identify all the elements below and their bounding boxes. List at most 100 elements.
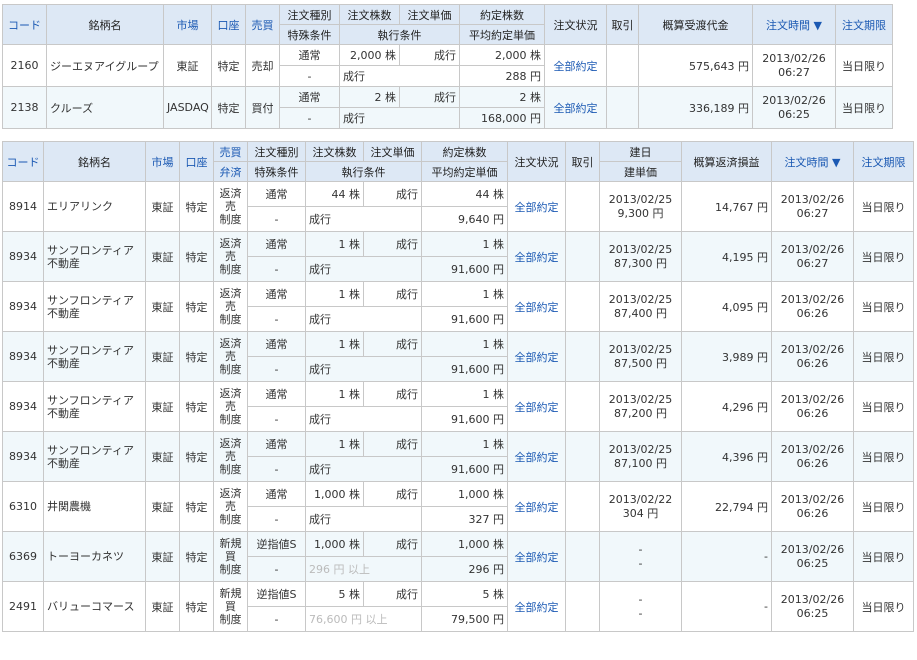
order-type: 通常 <box>279 86 340 108</box>
header-market[interactable]: 市場 <box>163 4 212 45</box>
avg-price: 91,600 円 <box>421 406 508 432</box>
order-price: 成行 <box>399 86 460 108</box>
header-account[interactable]: 口座 <box>179 141 214 182</box>
header-code[interactable]: コード <box>2 4 47 45</box>
order-expiry: 当日限り <box>853 181 914 232</box>
trade-side: 売却 <box>245 44 280 87</box>
order-time: 2013/02/26 06:25 <box>771 581 854 632</box>
filled-qty: 5 株 <box>421 581 508 607</box>
trade-side-1: 返済 <box>219 187 242 200</box>
header-open-price: 建単価 <box>599 161 682 182</box>
estimated-pl: - <box>681 531 772 582</box>
exec-condition: 成行 <box>305 256 422 282</box>
open-info: 2013/02/25 9,300 円 <box>599 181 682 232</box>
order-status: 全部約定 <box>507 231 566 282</box>
cancel-cell <box>565 231 600 282</box>
filled-qty: 1 株 <box>421 431 508 457</box>
stock-name: バリューコマース <box>43 581 146 632</box>
trade-side-3: 制度 <box>219 463 242 476</box>
open-info: 2013/02/25 87,400 円 <box>599 281 682 332</box>
trade-side-3: 制度 <box>219 563 242 576</box>
stock-name-line2: 不動産 <box>47 256 80 270</box>
order-time: 2013/02/26 06:27 <box>752 44 836 87</box>
stock-code: 6310 <box>2 481 44 532</box>
header-side[interactable]: 売買 <box>213 141 248 162</box>
open-date: - <box>638 592 643 606</box>
stock-code: 8934 <box>2 331 44 382</box>
table-row: 2160 ジーエヌアイグループ 東証 特定 売却 通常 2,000 株成行 2,000 株全部… <box>2 44 893 87</box>
order-clock: 06:26 <box>796 506 829 520</box>
stock-name: クルーズ <box>46 86 164 129</box>
header-special: 特殊条件 <box>247 161 306 182</box>
header-account[interactable]: 口座 <box>211 4 246 45</box>
cancel-cell <box>565 531 600 582</box>
trade-side-2: 売 <box>225 250 236 263</box>
open-date: 2013/02/25 <box>608 242 673 256</box>
avg-price: 296 円 <box>421 556 508 582</box>
order-qty: 2 株 <box>339 86 400 108</box>
order-clock: 06:25 <box>778 107 810 121</box>
header-repay[interactable]: 弁済 <box>213 161 248 182</box>
order-date: 2013/02/26 <box>780 242 845 256</box>
table-row: 2491 バリューコマース 東証 特定 新規買制度 逆指値S 5 株成行 5 株全部約定 - - -… <box>2 581 914 632</box>
open-price: 87,400 円 <box>614 306 667 320</box>
header-order-type: 注文種別 <box>279 4 340 25</box>
cancel-cell <box>606 44 639 87</box>
header-special: 特殊条件 <box>279 24 340 45</box>
stock-name-line1: 井関農機 <box>47 500 91 513</box>
order-date: 2013/02/26 <box>780 342 845 356</box>
trade-side-1: 新規 <box>219 537 242 550</box>
header-market[interactable]: 市場 <box>145 141 180 182</box>
header-order-time[interactable]: 注文時間 ▼ <box>752 4 836 45</box>
special-condition: - <box>247 256 306 282</box>
cancel-cell <box>565 381 600 432</box>
order-type: 逆指値S <box>247 581 306 607</box>
filled-qty: 44 株 <box>421 181 508 207</box>
exec-condition: 成行 <box>305 206 422 232</box>
estimated-pl: 4,396 円 <box>681 431 772 482</box>
stock-code: 8934 <box>2 281 44 332</box>
stock-name-line1: エリアリンク <box>47 200 113 213</box>
order-qty: 1 株 <box>305 431 364 457</box>
order-date: 2013/02/26 <box>762 51 826 65</box>
order-status: 全部約定 <box>507 431 566 482</box>
order-qty: 1 株 <box>305 281 364 307</box>
order-price: 成行 <box>363 331 422 357</box>
header-amount: 概算受渡代金 <box>638 4 753 45</box>
market: 東証 <box>145 431 180 482</box>
order-qty: 5 株 <box>305 581 364 607</box>
open-price: 304 円 <box>622 506 659 520</box>
order-type: 通常 <box>247 231 306 257</box>
order-type: 通常 <box>247 181 306 207</box>
exec-condition: 成行 <box>339 107 460 129</box>
account-type: 特定 <box>179 581 214 632</box>
header-avg-price: 平均約定単価 <box>459 24 545 45</box>
stock-name-line1: サンフロンティア <box>47 443 135 457</box>
filled-qty: 2 株 <box>459 86 545 108</box>
open-date: 2013/02/25 <box>608 392 673 406</box>
trade-side: 返済売制度 <box>213 281 248 332</box>
header-side[interactable]: 売買 <box>245 4 280 45</box>
order-type: 通常 <box>247 381 306 407</box>
header-pl: 概算返済損益 <box>681 141 772 182</box>
trade-side: 買付 <box>245 86 280 129</box>
header-filled-qty: 約定株数 <box>459 4 545 25</box>
header-order-time[interactable]: 注文時間 ▼ <box>771 141 854 182</box>
account-type: 特定 <box>179 431 214 482</box>
stock-name: 井関農機 <box>43 481 146 532</box>
header-expiry[interactable]: 注文期限 <box>853 141 914 182</box>
spot-orders-table: コード 銘柄名 市場 口座 売買 注文種別 注文株数 注文単価 約定株数 注文状… <box>2 4 893 129</box>
stock-name: エリアリンク <box>43 181 146 232</box>
order-time: 2013/02/26 06:27 <box>771 231 854 282</box>
table-row: 8934 サンフロンティア 不動産 東証 特定 返済売制度 通常 1 株成行 1 株全部約定 20… <box>2 431 914 482</box>
header-expiry[interactable]: 注文期限 <box>835 4 893 45</box>
special-condition: - <box>279 65 340 87</box>
header-code[interactable]: コード <box>2 141 44 182</box>
account-type: 特定 <box>179 531 214 582</box>
exec-condition: 成行 <box>339 65 460 87</box>
trade-side-1: 返済 <box>219 387 242 400</box>
order-expiry: 当日限り <box>853 481 914 532</box>
exec-condition: 成行 <box>305 356 422 382</box>
cancel-cell <box>565 331 600 382</box>
order-time: 2013/02/26 06:26 <box>771 431 854 482</box>
